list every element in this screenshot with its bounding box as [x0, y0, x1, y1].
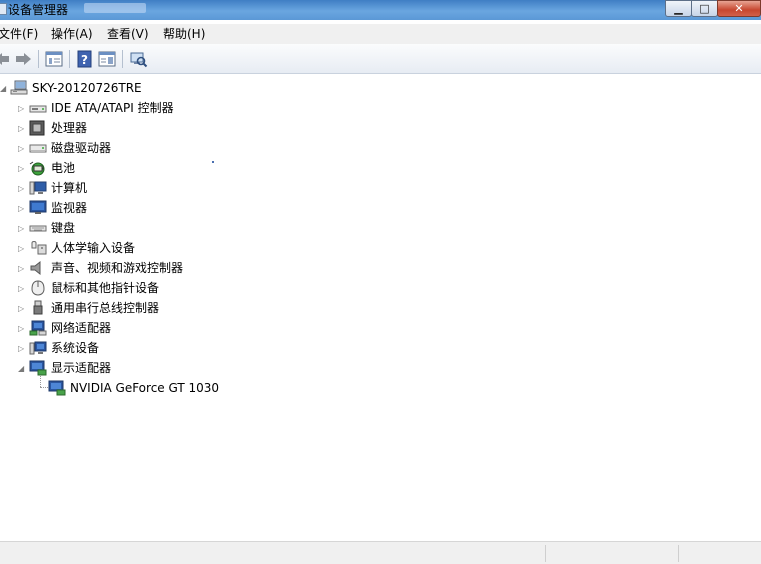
expand-expander-icon[interactable]: ▷: [18, 124, 26, 133]
menu-bar: 文件(F) 操作(A) 查看(V) 帮助(H): [0, 24, 761, 44]
expand-expander-icon[interactable]: ▷: [18, 324, 26, 333]
tree-category[interactable]: ▷ 通用串行总线控制器: [0, 298, 761, 318]
disk-drive-icon: [29, 140, 47, 156]
tree-device[interactable]: NVIDIA GeForce GT 1030: [0, 378, 761, 398]
ide-controller-icon: [29, 100, 47, 116]
menu-help[interactable]: 帮助(H): [163, 27, 205, 41]
maximize-icon: □: [699, 2, 710, 15]
category-label: IDE ATA/ATAPI 控制器: [51, 101, 174, 115]
toolbar-separator: [69, 50, 70, 68]
network-adapter-icon: [29, 320, 47, 336]
category-label: 显示适配器: [51, 361, 112, 375]
category-label: 系统设备: [51, 341, 100, 355]
tree-category[interactable]: ▷ 系统设备: [0, 338, 761, 358]
display-adapter-icon: [29, 360, 47, 376]
status-divider: [545, 545, 546, 562]
mouse-icon: [29, 280, 45, 296]
toolbar: ?: [0, 44, 761, 74]
expand-expander-icon[interactable]: ▷: [18, 244, 26, 253]
tree-category[interactable]: ▷ 键盘: [0, 218, 761, 238]
expand-expander-icon[interactable]: ▷: [18, 184, 26, 193]
expand-expander-icon[interactable]: ▷: [18, 144, 26, 153]
category-label: 处理器: [51, 121, 88, 135]
computer-icon: [29, 180, 47, 196]
category-label: 键盘: [51, 221, 76, 235]
tree-category[interactable]: ◢ 显示适配器: [0, 358, 761, 378]
system-device-icon: [29, 340, 47, 356]
tree-category[interactable]: ▷ 计算机: [0, 178, 761, 198]
status-bar: [0, 541, 761, 564]
category-label: 人体学输入设备: [51, 241, 136, 255]
tree-category[interactable]: ▷ 鼠标和其他指针设备: [0, 278, 761, 298]
view-icon[interactable]: [98, 49, 116, 69]
close-button[interactable]: ✕: [717, 0, 761, 17]
toolbar-separator: [122, 50, 123, 68]
tree-category[interactable]: ▷ 监视器: [0, 198, 761, 218]
battery-icon: [29, 160, 45, 176]
category-label: 计算机: [51, 181, 88, 195]
collapse-expander-icon[interactable]: ◢: [0, 84, 8, 93]
expand-expander-icon[interactable]: ▷: [18, 164, 26, 173]
category-label: 监视器: [51, 201, 88, 215]
help-icon[interactable]: ?: [76, 49, 94, 69]
window-title: 设备管理器: [8, 3, 69, 17]
category-label: 磁盘驱动器: [51, 141, 112, 155]
forward-arrow-icon[interactable]: [14, 49, 32, 69]
tree-root[interactable]: ◢ SKY-20120726TRE: [0, 78, 761, 98]
svg-text:?: ?: [81, 53, 88, 67]
collapse-expander-icon[interactable]: ◢: [18, 364, 26, 373]
menu-view[interactable]: 查看(V): [107, 27, 149, 41]
category-label: 鼠标和其他指针设备: [51, 281, 160, 295]
maximize-button[interactable]: □: [691, 0, 718, 17]
stray-pixel: [212, 161, 214, 163]
tree-category[interactable]: ▷ 网络适配器: [0, 318, 761, 338]
hid-icon: [29, 240, 47, 256]
computer-icon: [10, 80, 28, 96]
minimize-button[interactable]: ▁: [665, 0, 692, 17]
category-label: 通用串行总线控制器: [51, 301, 160, 315]
tree-category[interactable]: ▷ 电池: [0, 158, 761, 178]
tree-category[interactable]: ▷ 处理器: [0, 118, 761, 138]
device-label: NVIDIA GeForce GT 1030: [70, 381, 220, 395]
monitor-icon: [29, 200, 47, 216]
title-bar-blur: [84, 3, 146, 13]
expand-expander-icon[interactable]: ▷: [18, 204, 26, 213]
back-arrow-icon[interactable]: [0, 49, 10, 69]
tree-category[interactable]: ▷ 声音、视频和游戏控制器: [0, 258, 761, 278]
keyboard-icon: [29, 220, 47, 236]
expand-expander-icon[interactable]: ▷: [18, 284, 26, 293]
scan-hardware-icon[interactable]: [130, 49, 148, 69]
computer-name: SKY-20120726TRE: [32, 81, 142, 95]
title-bar: 设备管理器 ▁ □ ✕: [0, 0, 761, 20]
tree-category[interactable]: ▷ 磁盘驱动器: [0, 138, 761, 158]
display-adapter-icon: [48, 380, 66, 396]
expand-expander-icon[interactable]: ▷: [18, 224, 26, 233]
tree-category[interactable]: ▷ 人体学输入设备: [0, 238, 761, 258]
status-divider: [678, 545, 679, 562]
tree-category[interactable]: ▷ IDE ATA/ATAPI 控制器: [0, 98, 761, 118]
menu-action[interactable]: 操作(A): [51, 27, 93, 41]
close-icon: ✕: [734, 2, 744, 15]
category-label: 电池: [51, 161, 76, 175]
category-label: 网络适配器: [51, 321, 112, 335]
expand-expander-icon[interactable]: ▷: [18, 264, 26, 273]
processor-icon: [29, 120, 45, 136]
toolbar-separator: [38, 50, 39, 68]
expand-expander-icon[interactable]: ▷: [18, 344, 26, 353]
expand-expander-icon[interactable]: ▷: [18, 104, 26, 113]
usb-icon: [29, 300, 45, 316]
properties-icon[interactable]: [45, 49, 63, 69]
minimize-icon: ▁: [674, 2, 683, 15]
speaker-icon: [29, 260, 45, 276]
category-label: 声音、视频和游戏控制器: [51, 261, 184, 275]
menu-file[interactable]: 文件(F): [0, 27, 38, 41]
expand-expander-icon[interactable]: ▷: [18, 304, 26, 313]
device-tree: ◢ SKY-20120726TRE ▷ IDE ATA/ATAPI 控制器 ▷ …: [0, 76, 761, 541]
device-manager-app-icon: [0, 3, 7, 15]
